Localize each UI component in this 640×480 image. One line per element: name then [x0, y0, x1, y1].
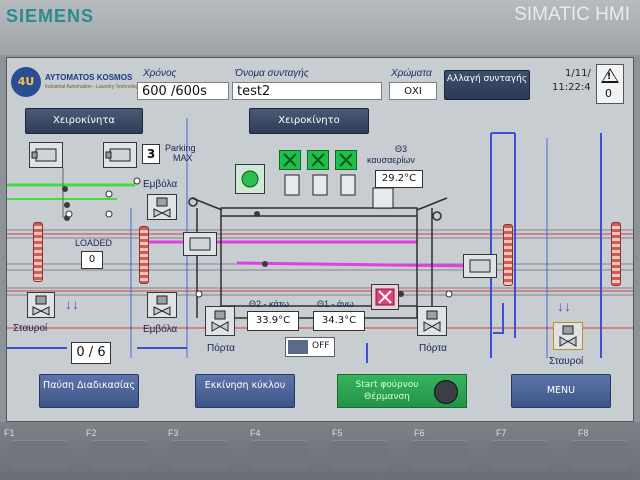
down-arrows-icon-left: ↓↓	[65, 296, 79, 312]
stavroi-right-label: Σταυροί	[549, 356, 584, 367]
device-model: SIMATIC HMI	[514, 4, 630, 25]
recipe-field[interactable]: test2	[232, 82, 382, 100]
embola-bottom-label: Εμβόλα	[143, 324, 178, 335]
motor-icon-oven-right[interactable]	[463, 254, 497, 278]
manual-mode-button-center[interactable]: Χειροκίνητο	[249, 108, 369, 134]
fkey-label-5: F5	[332, 428, 343, 438]
fkey-label-7: F7	[496, 428, 507, 438]
heater-coil-center	[139, 226, 149, 284]
porta-left-label: Πόρτα	[207, 343, 235, 354]
manual-mode-button-left[interactable]: Χειροκίνητα	[25, 108, 143, 134]
down-arrows-icon-right: ↓↓	[557, 298, 571, 314]
heater-coil-right	[503, 224, 513, 286]
pause-process-button[interactable]: Παύση Διαδικασίας	[39, 374, 139, 408]
heater-coil-far-right	[611, 222, 621, 286]
fkey-label-6: F6	[414, 428, 425, 438]
theta2-value: 33.9°C	[247, 311, 299, 331]
recipe-label: Όνομα συνταγής	[235, 68, 309, 79]
hmi-bezel-bottom: F1 F2 F3 F4 F5 F6 F7 F8	[0, 422, 640, 480]
fkey-label-4: F4	[250, 428, 261, 438]
valve-icon-stavroi-left[interactable]	[27, 292, 55, 318]
porta-right-label: Πόρτα	[419, 343, 447, 354]
theta3-sublabel: καυσαερίων	[367, 155, 415, 165]
change-recipe-button[interactable]: Αλλαγή συνταγής	[444, 70, 530, 100]
cycle-counter: 0 / 6	[71, 342, 111, 364]
function-key-5[interactable]	[330, 440, 388, 470]
fan-icon-2[interactable]	[307, 150, 329, 170]
valve-icon-stavroi-right[interactable]	[553, 322, 583, 350]
function-key-2[interactable]	[90, 440, 148, 470]
colors-label: Χρώματα	[391, 68, 432, 79]
fkey-label-2: F2	[86, 428, 97, 438]
company-tagline: Industrial Automation - Laundry Technolo…	[45, 84, 141, 90]
theta3-label: Θ3	[395, 144, 408, 154]
fkey-label-8: F8	[578, 428, 589, 438]
function-key-3[interactable]	[170, 440, 228, 470]
function-key-6[interactable]	[410, 440, 468, 470]
theta1-label: Θ1 - άνω	[317, 299, 354, 309]
status-lamp-icon	[434, 380, 458, 404]
theta3-value: 29.2°C	[375, 170, 423, 188]
function-key-1[interactable]	[10, 440, 68, 470]
company-logo: 4U	[11, 67, 41, 97]
parking-max-label: MAX	[173, 153, 193, 163]
fan-icon-3[interactable]	[335, 150, 357, 170]
embola-top-label: Εμβόλα	[143, 179, 178, 190]
hmi-screen: 4U AYTOMATOS KOSMOS Industrial Automatio…	[6, 57, 634, 422]
valve-icon-embola-top[interactable]	[147, 194, 177, 220]
loaded-label: LOADED	[75, 238, 113, 248]
time-label: Χρόνος	[143, 68, 177, 79]
start-oven-label: Start φούρνου Θέρμανση	[355, 380, 419, 402]
valve-icon-embola-bottom[interactable]	[147, 292, 177, 318]
parking-label: Parking	[165, 143, 196, 153]
function-key-7[interactable]	[490, 440, 548, 470]
start-oven-heating-button[interactable]: Start φούρνου Θέρμανση	[337, 374, 467, 408]
colors-field[interactable]: ΟΧΙ	[389, 82, 437, 100]
menu-button[interactable]: MENU	[511, 374, 611, 408]
heating-toggle[interactable]: OFF	[285, 337, 335, 357]
alarm-indicator[interactable]: ! 0	[596, 64, 624, 104]
fkey-label-3: F3	[168, 428, 179, 438]
burner-icon[interactable]	[235, 164, 265, 194]
parking-value[interactable]: 3	[142, 144, 160, 164]
valve-icon-porta-right[interactable]	[417, 306, 447, 336]
stavroi-left-label: Σταυροί	[13, 323, 48, 334]
start-cycle-button[interactable]: Εκκίνηση κύκλου	[195, 374, 295, 408]
toggle-state-label: OFF	[312, 341, 330, 351]
time-field[interactable]: 600 /600s	[137, 82, 229, 100]
motor-icon-left[interactable]	[29, 142, 63, 168]
heater-coil-left	[33, 222, 43, 282]
brand-logo: SIEMENS	[6, 6, 95, 26]
loaded-value[interactable]: 0	[81, 251, 103, 269]
date-display: 1/11/	[565, 68, 591, 79]
theta2-label: Θ2 - κάτω	[249, 299, 290, 309]
hmi-bezel-top: SIEMENS SIMATIC HMI	[0, 0, 640, 55]
motor-icon-oven-left[interactable]	[183, 232, 217, 256]
motor-icon-parking[interactable]	[103, 142, 137, 168]
function-key-8[interactable]	[570, 440, 628, 470]
theta1-value: 34.3°C	[313, 311, 365, 331]
exhaust-fan-icon[interactable]	[371, 284, 399, 310]
company-name: AYTOMATOS KOSMOS	[45, 73, 133, 82]
fan-icon-1[interactable]	[279, 150, 301, 170]
valve-icon-porta-left[interactable]	[205, 306, 235, 336]
fkey-label-1: F1	[4, 428, 15, 438]
clock-display: 11:22:4	[552, 82, 591, 93]
function-key-4[interactable]	[250, 440, 308, 470]
alarm-count: 0	[605, 87, 612, 100]
